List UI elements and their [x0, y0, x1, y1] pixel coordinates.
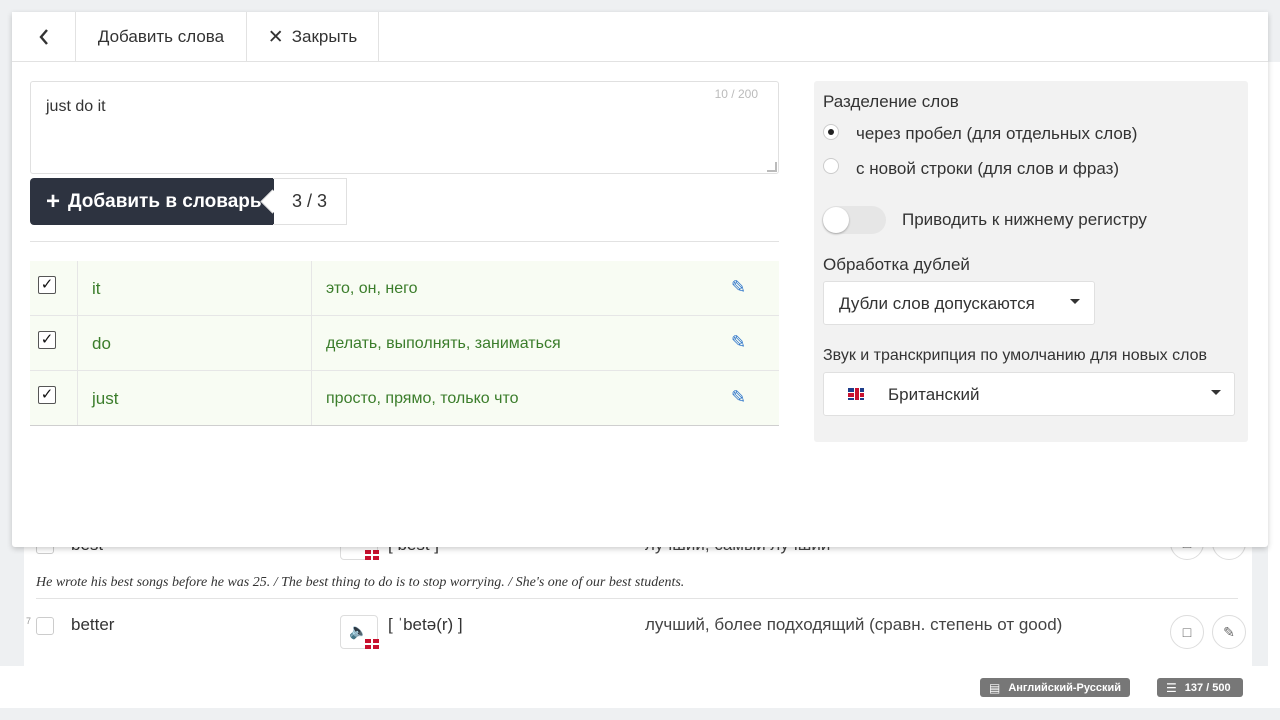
add-words-modal: Добавить слова ✕ Закрыть just do it 10 /… — [12, 12, 1268, 547]
translation-text: просто, прямо, только что — [326, 390, 519, 407]
edit-button[interactable]: ✎ — [1212, 615, 1246, 649]
word-checkbox[interactable]: ✓ — [38, 386, 56, 404]
divider — [30, 241, 779, 242]
sound-button[interactable]: 🔈 — [340, 615, 379, 649]
sound-value: Британский — [888, 385, 980, 404]
edit-icon[interactable]: ✎ — [731, 332, 746, 353]
word-checkbox[interactable]: ✓ — [38, 276, 56, 294]
close-label: Закрыть — [291, 27, 358, 46]
chevron-left-icon — [38, 29, 48, 45]
row-checkbox[interactable] — [36, 617, 54, 635]
list-icon: ☰ — [1166, 680, 1177, 695]
lowercase-toggle[interactable] — [822, 206, 886, 234]
plus-icon: + — [46, 187, 61, 215]
sound-title: Звук и транскрипция по умолчанию для нов… — [823, 347, 1207, 364]
parsed-words-table: ✓ it это, он, него ✎ ✓ do делать, выполн… — [30, 261, 779, 426]
split-title: Разделение слов — [823, 92, 959, 111]
edit-icon[interactable]: ✎ — [731, 277, 746, 298]
add-button-label: Добавить в словарь — [68, 190, 262, 212]
word-text: better — [71, 615, 115, 634]
char-counter: 10 / 200 — [714, 87, 758, 101]
words-input[interactable]: just do it 10 / 200 — [30, 81, 779, 174]
dictionary-icon: ▤ — [989, 680, 1001, 695]
duplicates-title: Обработка дублей — [823, 255, 970, 274]
radio-split-space-label[interactable]: через пробел (для отдельных слов) — [856, 124, 1137, 144]
translation-text: это, он, него — [326, 280, 418, 297]
transcription: [ ˈbetə(r) ] — [388, 615, 463, 634]
modal-toolbar: Добавить слова ✕ Закрыть — [12, 12, 1268, 62]
add-to-dictionary-button[interactable]: + Добавить в словарь — [30, 178, 274, 225]
radio-split-space[interactable] — [823, 124, 839, 140]
dictionary-label: Английский-Русский — [1008, 681, 1122, 694]
caret-down-icon — [1070, 299, 1080, 304]
words-input-value: just do it — [46, 98, 106, 115]
details-button[interactable]: □ — [1170, 615, 1204, 649]
dictionary-badge[interactable]: ▤ Английский-Русский — [980, 678, 1130, 697]
speaker-icon: 🔈 — [349, 623, 368, 640]
back-button[interactable] — [12, 12, 76, 62]
sound-select[interactable]: Британский — [823, 372, 1235, 416]
status-bar: ▤ Английский-Русский ☰ 137 / 500 — [0, 666, 1280, 708]
translation-text: лучший, более подходящий (сравн. степень… — [645, 615, 1063, 634]
caret-down-icon — [1211, 390, 1221, 395]
example-sentences: He wrote his best songs before he was 25… — [36, 575, 685, 590]
uk-flag-icon — [365, 550, 379, 560]
word-checkbox[interactable]: ✓ — [38, 331, 56, 349]
duplicates-value: Дубли слов допускаются — [839, 294, 1035, 313]
close-button[interactable]: ✕ Закрыть — [247, 12, 379, 62]
table-row: ✓ just просто, прямо, только что ✎ — [30, 371, 779, 426]
translation-text: делать, выполнять, заниматься — [326, 335, 561, 352]
word-text: do — [92, 334, 111, 353]
uk-flag-icon — [365, 639, 379, 649]
settings-panel: Разделение слов через пробел (для отдель… — [814, 81, 1248, 442]
edit-icon[interactable]: ✎ — [731, 387, 746, 408]
word-text: it — [92, 279, 101, 298]
divider — [36, 598, 1238, 599]
selected-counter: 3 / 3 — [273, 178, 347, 225]
resize-handle[interactable] — [767, 162, 777, 172]
selected-count: 3 / 3 — [291, 191, 328, 211]
table-row: ✓ it это, он, него ✎ — [30, 261, 779, 316]
duplicates-select[interactable]: Дубли слов допускаются — [823, 281, 1095, 325]
radio-split-newline-label[interactable]: с новой строки (для слов и фраз) — [856, 159, 1119, 179]
word-text: just — [92, 389, 119, 408]
radio-split-newline[interactable] — [823, 158, 839, 174]
uk-flag-icon — [848, 388, 864, 400]
word-count-badge[interactable]: ☰ 137 / 500 — [1157, 678, 1243, 697]
word-count: 137 / 500 — [1184, 681, 1231, 694]
close-icon: ✕ — [267, 26, 284, 48]
modal-title: Добавить слова — [76, 12, 247, 62]
lowercase-label: Приводить к нижнему регистру — [902, 210, 1147, 229]
scroll-edge — [1268, 62, 1280, 666]
list-item: better 🔈 [ ˈbetə(r) ] лучший, более подх… — [24, 608, 1252, 658]
table-row: ✓ do делать, выполнять, заниматься ✎ — [30, 316, 779, 371]
